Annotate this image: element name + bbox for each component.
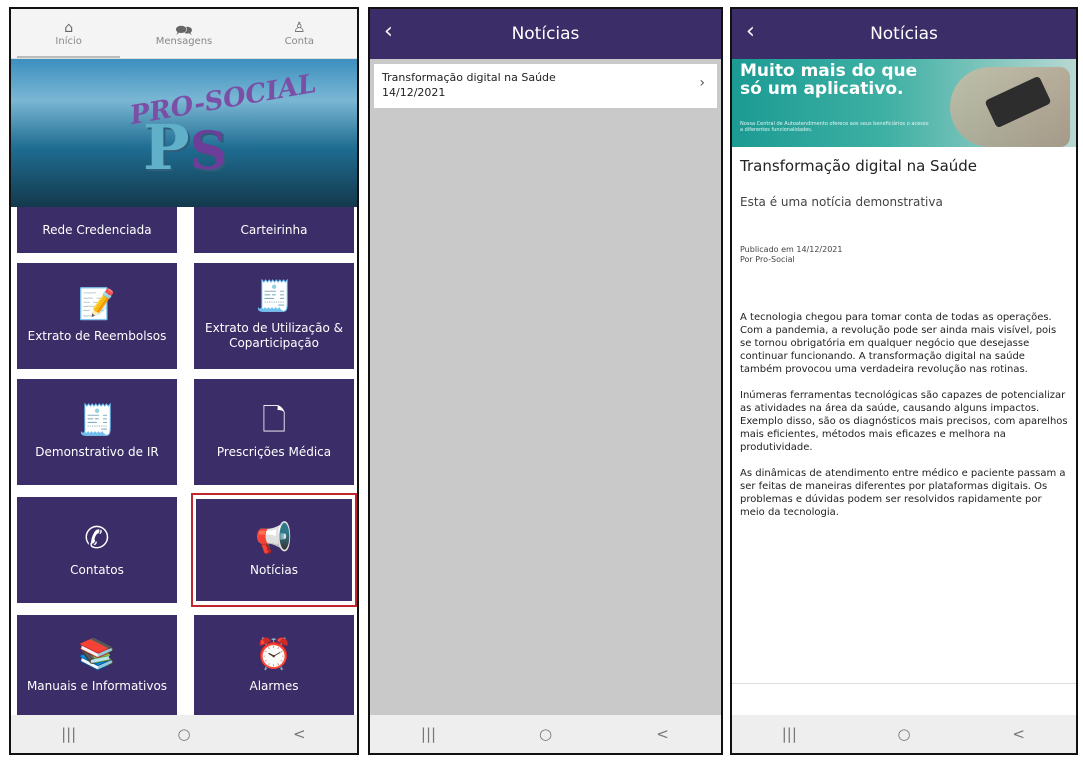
phone-icon: ✆ bbox=[84, 520, 110, 556]
back-button[interactable]: < bbox=[643, 725, 683, 743]
header-bar: ‹ Notícias bbox=[370, 9, 721, 59]
logo-banner: PRO-SOCIAL PS bbox=[11, 59, 357, 207]
tab-mensagens[interactable]: 🗪 Mensagens bbox=[126, 9, 241, 58]
list-item[interactable]: Transformação digital na Saúde 14/12/202… bbox=[374, 64, 717, 108]
article-title: Transformação digital na Saúde bbox=[740, 157, 978, 175]
tile-prescricoes[interactable]: 🗋 Prescrições Médica bbox=[194, 379, 354, 485]
logo-initial-s: S bbox=[189, 121, 228, 182]
tile-label: Alarmes bbox=[249, 678, 299, 693]
recent-apps-button[interactable]: ||| bbox=[769, 725, 809, 743]
hero-headline-line2: só um aplicativo. bbox=[740, 79, 904, 99]
article-body: Transformação digital na Saúde Esta é um… bbox=[732, 157, 1076, 519]
tile-label: Manuais e Informativos bbox=[26, 678, 168, 693]
chat-icon: 🗪 bbox=[175, 23, 193, 39]
article-paragraph: As dinâmicas de atendimento entre médico… bbox=[740, 468, 1066, 518]
atm-receipt-icon: 🧾 bbox=[78, 402, 116, 438]
article-paragraph: A tecnologia chegou para tomar conta de … bbox=[740, 312, 1057, 375]
tile-extrato-reembolsos[interactable]: 📝 Extrato de Reembolsos bbox=[17, 263, 177, 369]
article-meta: Publicado em 14/12/2021 Por Pro-Social bbox=[740, 245, 1068, 265]
tile-label: Prescrições Médica bbox=[216, 444, 332, 459]
tab-inicio[interactable]: ⌂ Início bbox=[11, 9, 126, 58]
noticias-highlight-box bbox=[191, 493, 357, 607]
article-paragraph: Inúmeras ferramentas tecnológicas são ca… bbox=[740, 390, 1068, 453]
news-item-title: Transformação digital na Saúde bbox=[382, 71, 556, 84]
tile-alarmes[interactable]: ⏰ Alarmes bbox=[194, 615, 354, 717]
back-arrow-icon[interactable]: ‹ bbox=[746, 19, 755, 44]
hero-headline: Muito mais do que só um aplicativo. bbox=[740, 62, 917, 98]
hero-banner: Muito mais do que só um aplicativo. Noss… bbox=[732, 59, 1076, 147]
tile-demonstrativo-ir[interactable]: 🧾 Demonstrativo de IR bbox=[17, 379, 177, 485]
tab-conta[interactable]: ♙ Conta bbox=[242, 9, 357, 58]
home-button[interactable]: ○ bbox=[884, 725, 924, 743]
tile-label: Demonstrativo de IR bbox=[35, 444, 159, 459]
logo-initials: PS bbox=[143, 111, 227, 184]
back-arrow-icon[interactable]: ‹ bbox=[384, 19, 393, 44]
hero-headline-line1: Muito mais do que bbox=[740, 61, 918, 81]
top-tab-bar: ⌂ Início 🗪 Mensagens ♙ Conta bbox=[11, 9, 357, 59]
published-date: Publicado em 14/12/2021 bbox=[740, 245, 843, 254]
system-nav-bar: ||| ○ < bbox=[11, 715, 357, 753]
recent-apps-button[interactable]: ||| bbox=[409, 725, 449, 743]
tile-rede-credenciada[interactable]: Rede Credenciada bbox=[17, 207, 177, 253]
page-title: Notícias bbox=[870, 24, 938, 44]
system-nav-bar: ||| ○ < bbox=[732, 715, 1076, 753]
alarm-clock-icon: ⏰ bbox=[255, 636, 293, 672]
tile-label: Extrato de Reembolsos bbox=[27, 328, 167, 343]
news-item-date: 14/12/2021 bbox=[382, 86, 446, 99]
file-icon: 🗋 bbox=[261, 402, 287, 438]
books-icon: 📚 bbox=[78, 636, 116, 672]
logo-initial-p: P bbox=[143, 111, 190, 184]
article-subtitle: Esta é uma notícia demonstrativa bbox=[740, 195, 943, 209]
document-edit-icon: 📝 bbox=[78, 286, 116, 322]
recent-apps-button[interactable]: ||| bbox=[49, 725, 89, 743]
home-icon: ⌂ bbox=[64, 20, 74, 36]
home-button[interactable]: ○ bbox=[164, 725, 204, 743]
home-screen: ⌂ Início 🗪 Mensagens ♙ Conta PRO-SOCIAL … bbox=[9, 7, 359, 755]
tab-label: Mensagens bbox=[155, 36, 213, 47]
atm-receipt-icon: 🧾 bbox=[255, 279, 293, 314]
chevron-right-icon: › bbox=[699, 75, 705, 91]
back-button[interactable]: < bbox=[999, 725, 1039, 743]
back-button[interactable]: < bbox=[279, 725, 319, 743]
user-icon: ♙ bbox=[293, 20, 306, 36]
hero-subtext: Nossa Central de Autoatendimento oferece… bbox=[740, 121, 929, 133]
tile-carteirinha[interactable]: Carteirinha bbox=[194, 207, 354, 253]
header-bar: ‹ Notícias bbox=[732, 9, 1076, 59]
system-nav-bar: ||| ○ < bbox=[370, 715, 721, 753]
menu-grid: Rede Credenciada Carteirinha 📝 Extrato d… bbox=[11, 207, 357, 717]
page-title: Notícias bbox=[511, 24, 580, 44]
author: Por Pro-Social bbox=[740, 255, 795, 264]
home-button[interactable]: ○ bbox=[526, 725, 566, 743]
divider bbox=[732, 683, 1076, 684]
tile-extrato-utilizacao[interactable]: 🧾 Extrato de Utilização & Coparticipação bbox=[194, 263, 354, 369]
tab-label: Conta bbox=[284, 36, 315, 47]
tile-label: Contatos bbox=[70, 562, 124, 577]
news-detail-screen: ‹ Notícias Muito mais do que só um aplic… bbox=[730, 7, 1078, 755]
tile-label: Rede Credenciada bbox=[42, 222, 152, 237]
tile-manuais[interactable]: 📚 Manuais e Informativos bbox=[17, 615, 177, 717]
tile-label: Extrato de Utilização & Coparticipação bbox=[205, 321, 343, 350]
tile-label: Carteirinha bbox=[240, 222, 308, 237]
tab-label: Início bbox=[55, 36, 82, 47]
news-list-screen: ‹ Notícias Transformação digital na Saúd… bbox=[368, 7, 723, 755]
tile-contatos[interactable]: ✆ Contatos bbox=[17, 497, 177, 603]
